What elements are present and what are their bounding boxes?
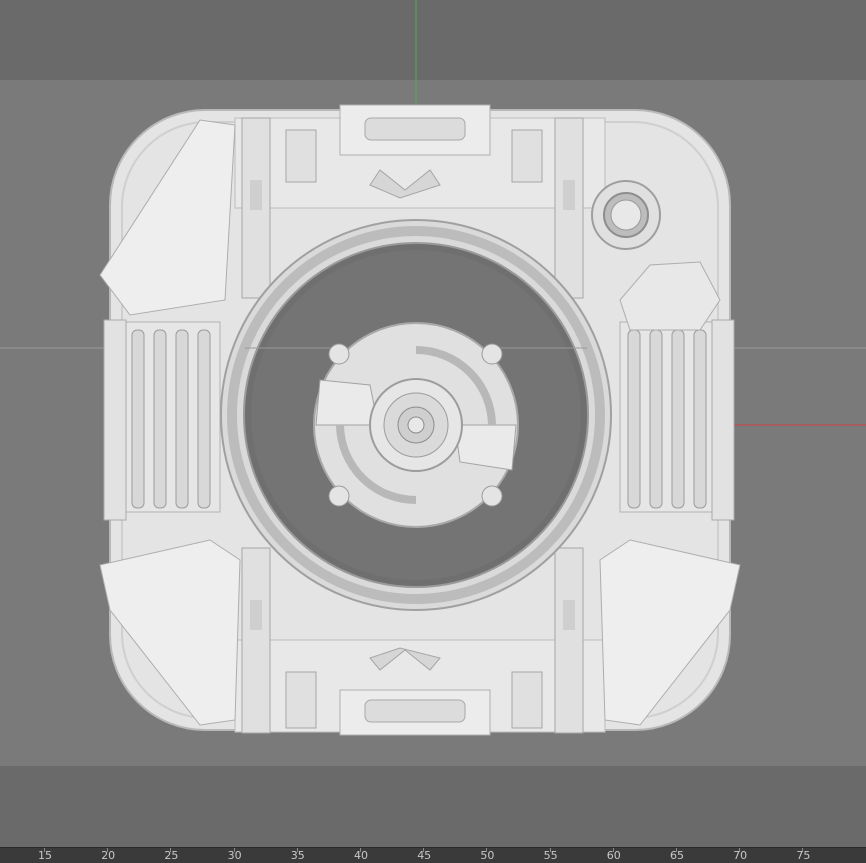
ruler-label: 65 bbox=[670, 849, 684, 862]
ruler-label: 25 bbox=[164, 849, 179, 862]
mechanical-panel bbox=[99, 104, 741, 736]
ruler-label: 55 bbox=[543, 849, 558, 862]
ruler-label: 35 bbox=[290, 849, 305, 862]
model-render[interactable] bbox=[0, 0, 866, 847]
ruler-label: 45 bbox=[417, 849, 432, 862]
ruler-label: 60 bbox=[606, 849, 621, 862]
3d-viewport[interactable] bbox=[0, 0, 866, 847]
ruler-label: 30 bbox=[227, 849, 242, 862]
ruler-label: 15 bbox=[38, 849, 52, 862]
ruler-label: 70 bbox=[733, 849, 748, 862]
timeline-ruler[interactable]: 15 20 25 30 35 40 45 50 55 60 65 70 75 bbox=[0, 847, 866, 863]
ruler-label: 75 bbox=[796, 849, 811, 862]
ruler-label: 40 bbox=[354, 849, 368, 862]
ruler-label: 50 bbox=[480, 849, 495, 862]
ruler-label: 20 bbox=[101, 849, 116, 862]
